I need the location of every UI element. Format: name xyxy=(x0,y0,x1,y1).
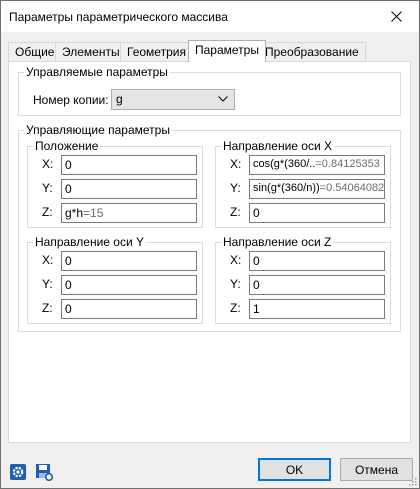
copy-number-value: g xyxy=(116,92,123,106)
axis-x-x-label: X: xyxy=(230,157,242,171)
position-title: Положение xyxy=(33,139,101,153)
cancel-button[interactable]: Отмена xyxy=(340,458,413,481)
controlled-params-group: Управляемые параметры Номер копии: g xyxy=(18,65,401,116)
copy-number-label: Номер копии: xyxy=(33,93,109,107)
save-settings-icon xyxy=(36,464,53,481)
axis-z-z-input[interactable]: 1 xyxy=(249,299,385,319)
axis-x-y-input[interactable]: sin(g*(360/n))=0.54064082 xyxy=(249,179,385,199)
save-settings-button[interactable] xyxy=(34,462,54,482)
tab-transformation[interactable]: Преобразование xyxy=(258,42,366,61)
position-z-input[interactable]: g*h=15 xyxy=(61,203,197,223)
axis-y-y-input[interactable]: 0 xyxy=(61,275,197,295)
axis-z-x-input[interactable]: 0 xyxy=(249,251,385,271)
position-group: Положение X: 0 Y: 0 Z: g*h=15 xyxy=(27,139,203,228)
axis-z-title: Направление оси Z xyxy=(221,235,334,249)
axis-y-z-label: Z: xyxy=(42,301,53,315)
close-button[interactable] xyxy=(373,1,419,32)
axis-x-z-input[interactable]: 0 xyxy=(249,203,385,223)
position-z-label: Z: xyxy=(42,205,53,219)
axis-x-title: Направление оси X xyxy=(221,139,335,153)
axis-x-group: Направление оси X X: cos(g*(360/..=0.841… xyxy=(215,139,391,228)
position-z-result: =15 xyxy=(83,206,104,220)
axis-x-y-expression: sin(g*(360/n)) xyxy=(253,182,320,194)
position-x-input[interactable]: 0 xyxy=(61,155,197,175)
ok-button[interactable]: OK xyxy=(258,458,331,481)
axis-x-y-result: =0.54064082 xyxy=(319,182,385,194)
axis-y-x-input[interactable]: 0 xyxy=(61,251,197,271)
axis-z-group: Направление оси Z X: 0 Y: 0 Z: 1 xyxy=(215,235,391,324)
resize-grip-icon[interactable] xyxy=(407,476,417,486)
position-z-expression: g*h xyxy=(65,206,84,220)
tab-strip: Общие Элементы Геометрия Параметры Преоб… xyxy=(8,40,408,62)
controlling-params-group: Управляющие параметры Положение X: 0 Y: … xyxy=(18,123,401,332)
title-bar: Параметры параметрического массива xyxy=(1,1,419,32)
tab-geometry[interactable]: Геометрия xyxy=(120,42,193,61)
axis-z-y-input[interactable]: 0 xyxy=(249,275,385,295)
axis-y-y-label: Y: xyxy=(42,277,53,291)
controlling-params-title: Управляющие параметры xyxy=(24,123,172,137)
axis-z-x-label: X: xyxy=(230,253,242,267)
axis-y-group: Направление оси Y X: 0 Y: 0 Z: 0 xyxy=(27,235,203,324)
tab-parameters[interactable]: Параметры xyxy=(188,40,266,62)
position-x-label: X: xyxy=(42,157,54,171)
axis-y-x-label: X: xyxy=(42,253,54,267)
position-y-input[interactable]: 0 xyxy=(61,179,197,199)
axis-x-x-input[interactable]: cos(g*(360/..=0.84125353 xyxy=(249,155,385,175)
settings-button[interactable] xyxy=(8,462,28,482)
axis-z-z-label: Z: xyxy=(230,301,241,315)
chevron-down-icon xyxy=(218,96,228,102)
axis-x-z-label: Z: xyxy=(230,205,241,219)
window-title: Параметры параметрического массива xyxy=(9,10,228,24)
axis-x-y-label: Y: xyxy=(230,181,241,195)
dialog-window: Параметры параметрического массива Общие… xyxy=(0,0,420,489)
tab-panel: Управляемые параметры Номер копии: g Упр… xyxy=(8,61,411,443)
tab-elements[interactable]: Элементы xyxy=(55,42,127,61)
close-icon xyxy=(390,11,402,22)
copy-number-select[interactable]: g xyxy=(111,89,235,110)
axis-x-x-result: =0.84125353 xyxy=(315,158,380,170)
axis-z-y-label: Y: xyxy=(230,277,241,291)
controlled-params-title: Управляемые параметры xyxy=(24,65,170,79)
gear-icon xyxy=(10,464,26,480)
tab-general[interactable]: Общие xyxy=(8,42,62,61)
axis-y-title: Направление оси Y xyxy=(33,235,147,249)
position-y-label: Y: xyxy=(42,181,53,195)
axis-x-x-expression: cos(g*(360/.. xyxy=(253,158,316,170)
axis-y-z-input[interactable]: 0 xyxy=(61,299,197,319)
